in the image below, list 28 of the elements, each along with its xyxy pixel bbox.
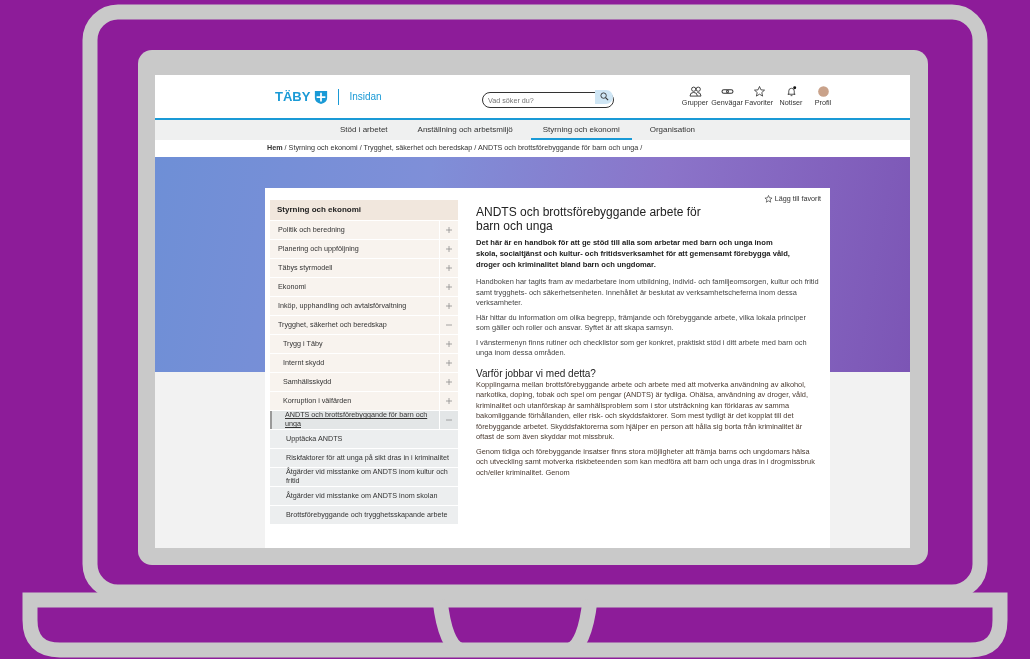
site-name: Insidan [349,91,382,102]
avatar-icon [816,86,830,97]
nav-tab[interactable]: Styrning och ekonomi [530,120,632,140]
plus-icon[interactable] [446,284,452,290]
plus-icon[interactable] [446,246,452,252]
plus-icon[interactable] [446,265,452,271]
logo-text: TÄBY [275,89,311,104]
section-heading: Varför jobbar vi med detta? [476,367,597,379]
link-icon [720,86,734,97]
sidebar-title: Styrning och ekonomi [270,200,458,220]
minus-icon[interactable] [446,417,452,423]
nav-tab[interactable]: Anställning och arbetsmiljö [405,120,525,140]
shield-icon [314,89,329,104]
plus-icon[interactable] [446,303,452,309]
article-title: ANDTS och brottsförebyggande arbete för barn och unga [476,205,702,233]
search-icon [599,92,609,101]
plus-icon[interactable] [446,341,452,347]
plus-icon[interactable] [446,227,452,233]
star-icon [752,86,766,97]
plus-icon[interactable] [446,360,452,366]
plus-icon[interactable] [446,379,452,385]
nav-tab[interactable]: Organisation [637,120,708,140]
plus-icon[interactable] [446,398,452,404]
minus-icon[interactable] [446,322,452,328]
search-button[interactable] [595,89,613,104]
people-icon [688,86,702,97]
star-icon [763,194,773,203]
nav-tab[interactable]: Stöd i arbetet [327,120,400,140]
